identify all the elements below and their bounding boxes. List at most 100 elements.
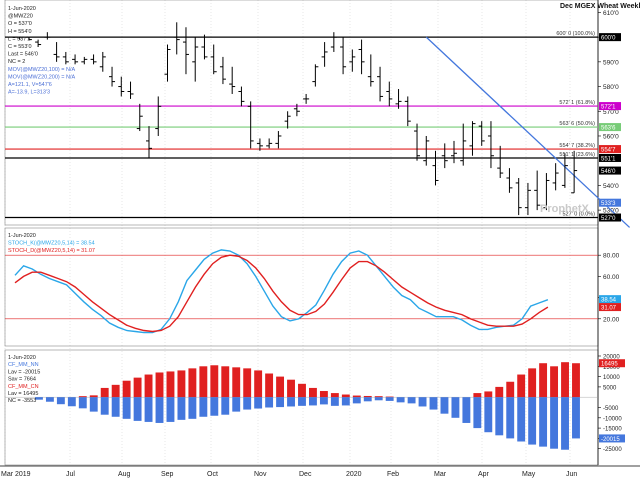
cot-bar — [495, 386, 504, 398]
cot-badge-text: -20015 — [601, 437, 620, 443]
cot-bar — [155, 372, 164, 398]
price-badge-text: 600'0 — [601, 36, 616, 42]
cot-bar — [473, 393, 482, 398]
info-line: O = 537'0 — [8, 21, 32, 27]
price-badge-text: 554'7 — [601, 148, 616, 154]
info-line: MOV(@MWZ20,100) = N/A — [8, 67, 75, 73]
cot-bar — [243, 397, 252, 410]
cot-bar — [166, 397, 175, 422]
info-line: Lav = -20015 — [8, 369, 40, 375]
y-tick-label: 540'0 — [603, 183, 619, 190]
y-tick-label: 80.00 — [603, 253, 620, 260]
cot-bar — [287, 397, 295, 407]
x-tick-label: Mar — [434, 471, 447, 478]
fib-label: 563' 6 (50.0%) — [559, 121, 595, 127]
cot-bar — [517, 397, 526, 442]
cot-bar — [462, 397, 471, 423]
x-tick-label: Apr — [478, 471, 490, 478]
cot-bar — [572, 397, 580, 439]
cot-bar — [111, 397, 120, 417]
chart-title: Dec MGEX Wheat Weekly — [560, 3, 640, 10]
info-line: STOCH_K(@MWZ20,5,14) = 38.54 — [8, 241, 95, 247]
info-line: 1-Jun-2020 — [8, 6, 36, 12]
cot-bar — [550, 397, 559, 449]
price-badge-text: 572'1 — [601, 105, 616, 111]
cot-bar — [363, 395, 372, 398]
cot-bar — [528, 397, 537, 445]
y-tick-label: 10000 — [603, 375, 620, 381]
cot-bar — [385, 397, 394, 401]
x-tick-label: Sep — [161, 471, 174, 478]
cot-badge-text: 16495 — [601, 362, 618, 368]
info-line: CF_MM_NN — [8, 362, 39, 368]
cot-bar — [100, 397, 109, 415]
info-line: MOV(@MWZ20,200) = N/A — [8, 74, 75, 80]
cot-bar — [166, 371, 175, 398]
cot-bar — [243, 368, 252, 398]
cot-bar — [506, 381, 515, 398]
cot-bar — [309, 387, 317, 398]
cot-bar — [341, 394, 350, 398]
cot-bar — [484, 397, 493, 433]
cot-bar — [287, 379, 295, 398]
cot-bar — [100, 387, 109, 398]
x-tick-label: Nov — [254, 471, 267, 478]
cot-bar — [265, 397, 274, 408]
y-tick-label: -10000 — [603, 416, 622, 422]
cot-bar — [385, 396, 394, 398]
x-tick-label: Mar 2019 — [1, 471, 31, 478]
price-badge-text: 563'6 — [601, 126, 616, 132]
cot-bar — [495, 397, 504, 436]
cot-bar — [407, 397, 416, 404]
cot-bar — [561, 397, 569, 450]
y-tick-label: 610'0 — [603, 10, 619, 17]
cot-bar — [210, 397, 219, 416]
cot-bar — [199, 397, 208, 417]
cot-bar — [298, 397, 306, 406]
cot-bar — [78, 396, 87, 398]
info-line: Last = 546'0 — [8, 52, 38, 58]
y-tick-label: -15000 — [603, 427, 622, 433]
cot-bar — [330, 397, 339, 406]
cot-bar — [133, 397, 142, 421]
cot-bar — [144, 374, 153, 398]
cot-bar — [89, 395, 98, 398]
cot-bar — [276, 376, 285, 398]
cot-bar — [539, 363, 548, 398]
info-line: NC = -3553 — [8, 398, 36, 404]
cot-bar — [155, 397, 164, 423]
cot-bar — [133, 377, 142, 398]
cot-bar — [188, 397, 197, 419]
info-line: 1-Jun-2020 — [8, 355, 36, 361]
cot-bar — [221, 366, 230, 398]
cot-bar — [396, 397, 405, 403]
y-tick-label: 60.00 — [603, 274, 620, 281]
info-line: Sav = 7664 — [8, 377, 36, 383]
x-tick-label: Aug — [118, 471, 131, 478]
info-line: Lav = 16495 — [8, 391, 38, 397]
info-line: @MWZ20 — [8, 14, 33, 20]
cot-bar — [221, 397, 230, 415]
cot-bar — [177, 370, 186, 398]
watermark: ProphetX — [540, 203, 590, 215]
cot-bar — [89, 397, 98, 412]
cot-bar — [78, 397, 87, 409]
price-badge-text: 551'1 — [601, 156, 616, 162]
cot-bar — [254, 370, 263, 398]
cot-bar — [506, 397, 515, 439]
price-badge-text: 527'0 — [601, 216, 616, 222]
info-line: L = 537'2 — [8, 36, 30, 42]
cot-bar — [210, 365, 219, 398]
cot-bar — [232, 367, 241, 398]
info-line: STOCH_D(@MWZ20,5,14) = 31.07 — [8, 248, 95, 254]
cot-bar — [451, 397, 460, 418]
cot-bar — [254, 397, 263, 409]
chart: Mar 2019 Jul Aug Sep Oct Nov Dec 2020 Feb Mar Apr M… — [0, 0, 640, 480]
stoch-badge-text: 31.07 — [601, 306, 617, 312]
y-tick-label: 580'0 — [603, 84, 619, 91]
info-line: NC = 2 — [8, 59, 25, 65]
price-badge-text: 533'3 — [601, 201, 616, 207]
cot-bar — [265, 373, 274, 398]
cot-bar — [374, 396, 383, 398]
y-tick-label: 5000 — [603, 385, 617, 391]
